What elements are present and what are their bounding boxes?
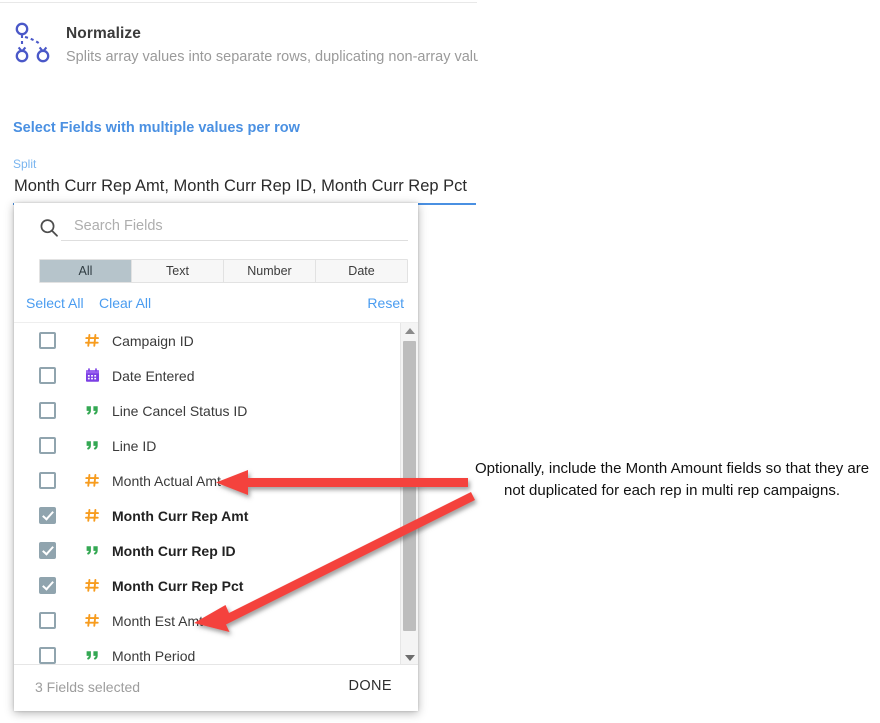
done-button[interactable]: DONE	[349, 678, 393, 694]
selection-actions: Select All Clear All Reset	[14, 295, 418, 319]
calendar-type-icon	[83, 367, 101, 385]
field-type-tabs: All Text Number Date	[39, 259, 408, 283]
field-checkbox[interactable]	[39, 402, 56, 419]
tab-all[interactable]: All	[40, 260, 132, 282]
field-row[interactable]: Line Cancel Status ID	[14, 393, 418, 428]
field-checkbox[interactable]	[39, 367, 56, 384]
field-row[interactable]: Month Curr Rep ID	[14, 533, 418, 568]
field-name: Month Curr Rep ID	[112, 542, 236, 559]
field-row[interactable]: Campaign ID	[14, 323, 418, 358]
chevron-up-icon[interactable]	[401, 323, 418, 339]
scrollbar-thumb[interactable]	[403, 341, 416, 631]
top-divider	[0, 2, 477, 3]
tab-text[interactable]: Text	[132, 260, 224, 282]
page-subtitle: Splits array values into separate rows, …	[66, 49, 478, 65]
field-checkbox[interactable]	[39, 542, 56, 559]
header-text-block: Normalize Splits array values into separ…	[66, 24, 478, 67]
field-name: Line Cancel Status ID	[112, 402, 248, 419]
field-row[interactable]: Month Period	[14, 638, 418, 666]
field-row[interactable]: Month Actual Amt	[14, 463, 418, 498]
field-checkbox[interactable]	[39, 437, 56, 454]
field-row[interactable]: Date Entered	[14, 358, 418, 393]
number-type-icon	[83, 507, 101, 525]
tab-date[interactable]: Date	[316, 260, 407, 282]
field-checkbox[interactable]	[39, 612, 56, 629]
text-type-icon	[83, 437, 101, 455]
field-row[interactable]: Month Est Amt	[14, 603, 418, 638]
select-all-link[interactable]: Select All	[26, 295, 84, 311]
field-name: Month Period	[112, 647, 196, 664]
field-checkbox[interactable]	[39, 577, 56, 594]
field-checkbox[interactable]	[39, 332, 56, 349]
clear-all-link[interactable]: Clear All	[99, 295, 151, 311]
field-row[interactable]: Line ID	[14, 428, 418, 463]
field-checkbox[interactable]	[39, 472, 56, 489]
field-name: Month Curr Rep Pct	[112, 577, 244, 594]
field-list-scrollbar[interactable]	[400, 323, 418, 666]
number-type-icon	[83, 577, 101, 595]
normalize-header: Normalize Splits array values into separ…	[0, 14, 478, 80]
field-name: Date Entered	[112, 367, 195, 384]
section-heading: Select Fields with multiple values per r…	[13, 120, 300, 136]
split-field-label: Split	[13, 157, 37, 171]
search-row	[14, 208, 418, 246]
reset-link[interactable]: Reset	[367, 295, 404, 311]
text-type-icon	[83, 402, 101, 420]
split-field-value[interactable]: Month Curr Rep Amt, Month Curr Rep ID, M…	[14, 177, 467, 196]
field-name: Month Curr Rep Amt	[112, 507, 249, 524]
field-row[interactable]: Month Curr Rep Amt	[14, 498, 418, 533]
field-name: Campaign ID	[112, 332, 194, 349]
field-name: Line ID	[112, 437, 157, 454]
field-list: Campaign ID Date Entered Line Cancel Statu…	[14, 322, 418, 666]
search-input[interactable]	[61, 213, 408, 241]
page-title: Normalize	[66, 25, 141, 42]
field-selector-panel: All Text Number Date Select All Clear Al…	[14, 203, 418, 711]
text-type-icon	[83, 542, 101, 560]
annotation-text: Optionally, include the Month Amount fie…	[474, 460, 870, 499]
tab-number[interactable]: Number	[224, 260, 316, 282]
number-type-icon	[83, 332, 101, 350]
number-type-icon	[83, 612, 101, 630]
field-checkbox[interactable]	[39, 647, 56, 664]
field-name: Month Actual Amt	[112, 472, 221, 489]
field-row[interactable]: Month Curr Rep Pct	[14, 568, 418, 603]
selected-count-label: 3 Fields selected	[35, 679, 141, 695]
number-type-icon	[83, 472, 101, 490]
normalize-node-icon	[10, 20, 56, 66]
search-icon	[38, 217, 60, 239]
field-checkbox[interactable]	[39, 507, 56, 524]
field-name: Month Est Amt	[112, 612, 204, 629]
text-type-icon	[83, 647, 101, 665]
panel-footer: 3 Fields selected DONE	[14, 664, 418, 711]
